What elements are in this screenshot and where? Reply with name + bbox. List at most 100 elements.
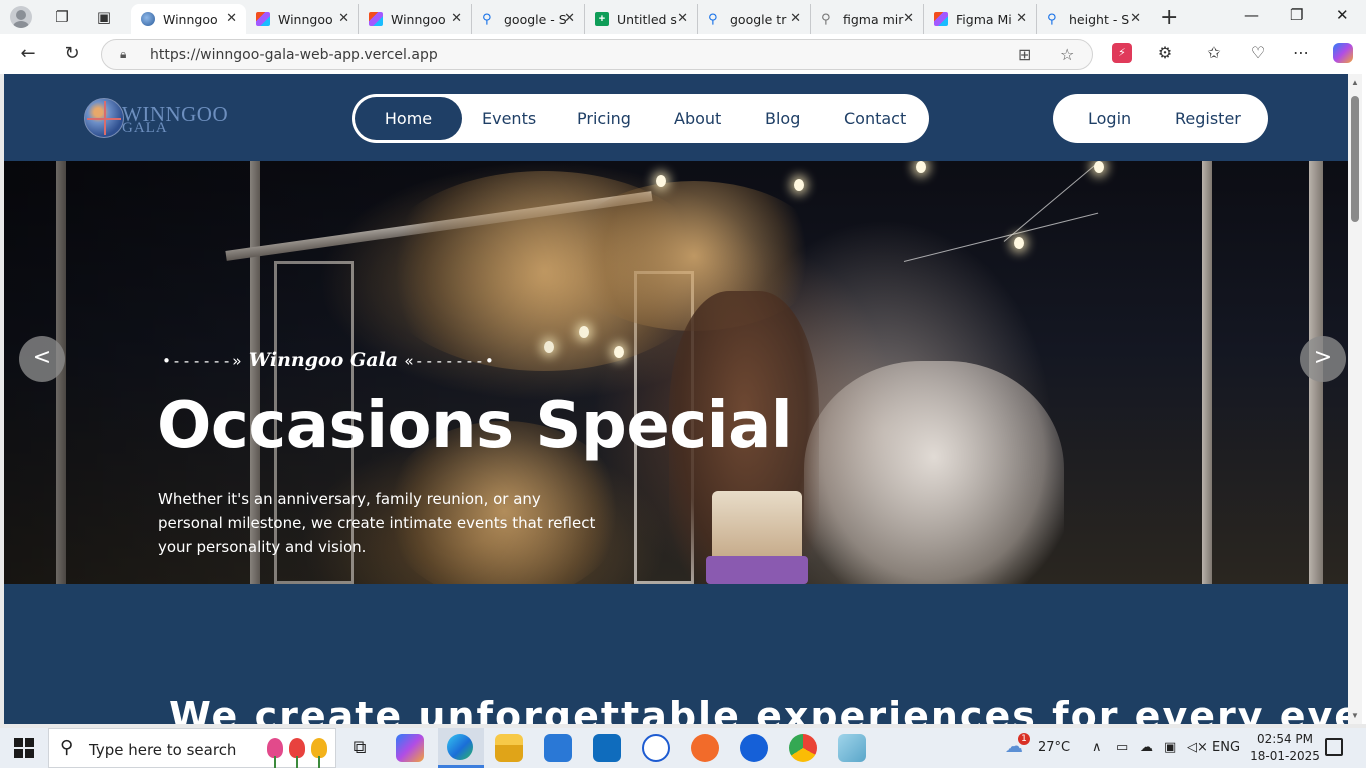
taskbar-search[interactable]: ⚲ Type here to search [48, 728, 336, 768]
string-lights-wire [1003, 163, 1097, 242]
tab-title: google tr [730, 11, 787, 27]
meet-now-icon[interactable]: ▭ [1116, 740, 1128, 755]
tab-title: google - S [504, 11, 566, 27]
sheets-icon: + [595, 12, 609, 26]
back-icon[interactable]: ← [17, 43, 39, 65]
close-window-icon[interactable]: ✕ [1336, 6, 1349, 24]
favorite-star-icon[interactable]: ☆ [1060, 45, 1074, 64]
close-tab-icon[interactable]: ✕ [677, 11, 688, 26]
site-logo[interactable]: WINNGOO GALA [84, 98, 234, 138]
tab-winngoo-figma-2[interactable]: Winngoo ✕ [359, 4, 472, 34]
onedrive-icon[interactable]: ☁ [1140, 740, 1153, 755]
nav-about[interactable]: About [674, 94, 721, 143]
refresh-icon[interactable]: ↻ [61, 43, 83, 65]
favorites-icon[interactable]: ✩ [1204, 43, 1224, 63]
page-scrollbar[interactable]: ▲ ▼ [1348, 74, 1362, 724]
tab-winngoo-active[interactable]: Winngoo ✕ [131, 4, 246, 34]
weather-temperature[interactable]: 27°C [1038, 740, 1070, 755]
tab-title: Figma Mi [956, 11, 1012, 27]
register-button[interactable]: Register [1175, 94, 1241, 143]
browser-tab-strip: ❐ ▣ Winngoo ✕ Winngoo ✕ Winngoo ✕ ⚲ goog… [0, 0, 1366, 34]
search-icon: ⚲ [708, 11, 718, 26]
login-button[interactable]: Login [1088, 94, 1131, 143]
notifications-icon[interactable] [1325, 738, 1343, 756]
taskbar-clock[interactable]: 02:54 PM 18-01-2025 [1250, 731, 1320, 765]
minimize-icon[interactable]: — [1244, 6, 1259, 24]
figma-icon [256, 12, 270, 26]
new-tab-icon[interactable]: + [1160, 5, 1178, 30]
light-bulb [656, 175, 666, 187]
figma-icon [369, 12, 383, 26]
more-menu-icon[interactable]: ⋯ [1291, 43, 1311, 63]
close-tab-icon[interactable]: ✕ [1130, 11, 1141, 26]
slider-prev-button[interactable]: < [19, 336, 65, 382]
language-indicator[interactable]: ENG [1212, 740, 1240, 755]
edge-app-icon[interactable] [438, 728, 484, 768]
tab-untitled-sheet[interactable]: + Untitled s ✕ [585, 4, 698, 34]
edge-icon [447, 734, 473, 760]
nav-home[interactable]: Home [355, 97, 462, 140]
tab-height-search[interactable]: ⚲ height - S ✕ [1037, 4, 1150, 34]
url-text[interactable]: https://winngoo-gala-web-app.vercel.app [150, 47, 438, 63]
windows-start-icon[interactable] [14, 738, 34, 758]
tagline-decoration-right: «-------• [404, 352, 495, 370]
task-view-icon[interactable]: ⧉ [346, 734, 374, 762]
site-header: WINNGOO GALA Home Events Pricing About B… [4, 74, 1348, 161]
copilot-icon[interactable] [396, 734, 424, 762]
blue-app-icon[interactable] [740, 734, 768, 762]
scrollbar-thumb[interactable] [1351, 96, 1359, 222]
nav-events[interactable]: Events [482, 94, 536, 143]
tab-title: Winngoo [163, 11, 218, 27]
hero-tagline: •------» Winngoo Gala «-------• [162, 349, 495, 371]
extension-icon[interactable]: ⚡ [1112, 43, 1132, 63]
brush-app-icon[interactable] [691, 734, 719, 762]
app-available-icon[interactable]: ⊞ [1018, 45, 1031, 64]
bride-figure [804, 361, 1064, 584]
tab-actions-icon[interactable]: ▣ [94, 7, 114, 27]
tab-list: Winngoo ✕ Winngoo ✕ Winngoo ✕ ⚲ google -… [131, 4, 1150, 34]
close-tab-icon[interactable]: ✕ [338, 11, 349, 26]
network-icon[interactable]: ▣ [1164, 740, 1176, 755]
scroll-down-icon[interactable]: ▼ [1351, 711, 1359, 720]
app-a-icon[interactable] [642, 734, 670, 762]
section-title: We create unforgettable experiences for … [169, 694, 1348, 724]
site-info-icon[interactable]: 🔒︎ [120, 47, 134, 63]
close-tab-icon[interactable]: ✕ [790, 11, 801, 26]
close-tab-icon[interactable]: ✕ [1016, 11, 1027, 26]
tab-google-translate-search[interactable]: ⚲ google tr ✕ [698, 4, 811, 34]
scroll-up-icon[interactable]: ▲ [1351, 78, 1359, 87]
auth-buttons: Login Register [1053, 94, 1268, 143]
restore-icon[interactable]: ❐ [1290, 6, 1303, 24]
globe-logo-icon [84, 98, 124, 138]
browser-essentials-icon[interactable]: ♡ [1248, 43, 1268, 63]
page-viewport: WINNGOO GALA Home Events Pricing About B… [4, 74, 1348, 724]
volume-muted-icon[interactable]: ◁× [1187, 740, 1208, 755]
tab-figma-mirror-search[interactable]: ⚲ figma mir ✕ [811, 4, 924, 34]
nav-contact[interactable]: Contact [844, 94, 906, 143]
tab-google-search[interactable]: ⚲ google - S ✕ [472, 4, 585, 34]
tab-figma-mirror[interactable]: Figma Mi ✕ [924, 4, 1037, 34]
copilot-icon[interactable] [1333, 43, 1353, 63]
snipping-tool-icon[interactable] [838, 734, 866, 762]
nav-blog[interactable]: Blog [765, 94, 800, 143]
nav-pricing[interactable]: Pricing [577, 94, 631, 143]
close-tab-icon[interactable]: ✕ [564, 11, 575, 26]
profile-avatar-icon[interactable] [10, 6, 32, 28]
workspaces-icon[interactable]: ❐ [52, 7, 72, 27]
outlook-icon[interactable] [593, 734, 621, 762]
store-icon[interactable] [544, 734, 572, 762]
file-explorer-icon[interactable] [495, 734, 523, 762]
slider-next-button[interactable]: > [1300, 336, 1346, 382]
search-icon: ⚲ [821, 11, 831, 26]
extensions-puzzle-icon[interactable]: ⚙ [1155, 43, 1175, 63]
close-tab-icon[interactable]: ✕ [903, 11, 914, 26]
address-bar[interactable]: 🔒︎ https://winngoo-gala-web-app.vercel.a… [101, 39, 1093, 70]
close-tab-icon[interactable]: ✕ [451, 11, 462, 26]
tab-winngoo-figma[interactable]: Winngoo ✕ [246, 4, 359, 34]
show-hidden-icons-icon[interactable]: ∧ [1092, 740, 1102, 755]
clock-date: 18-01-2025 [1250, 749, 1320, 763]
chrome-icon[interactable] [789, 734, 817, 762]
close-tab-icon[interactable]: ✕ [226, 11, 237, 26]
light-bulb [916, 161, 926, 173]
tab-title: Winngoo [391, 11, 446, 27]
